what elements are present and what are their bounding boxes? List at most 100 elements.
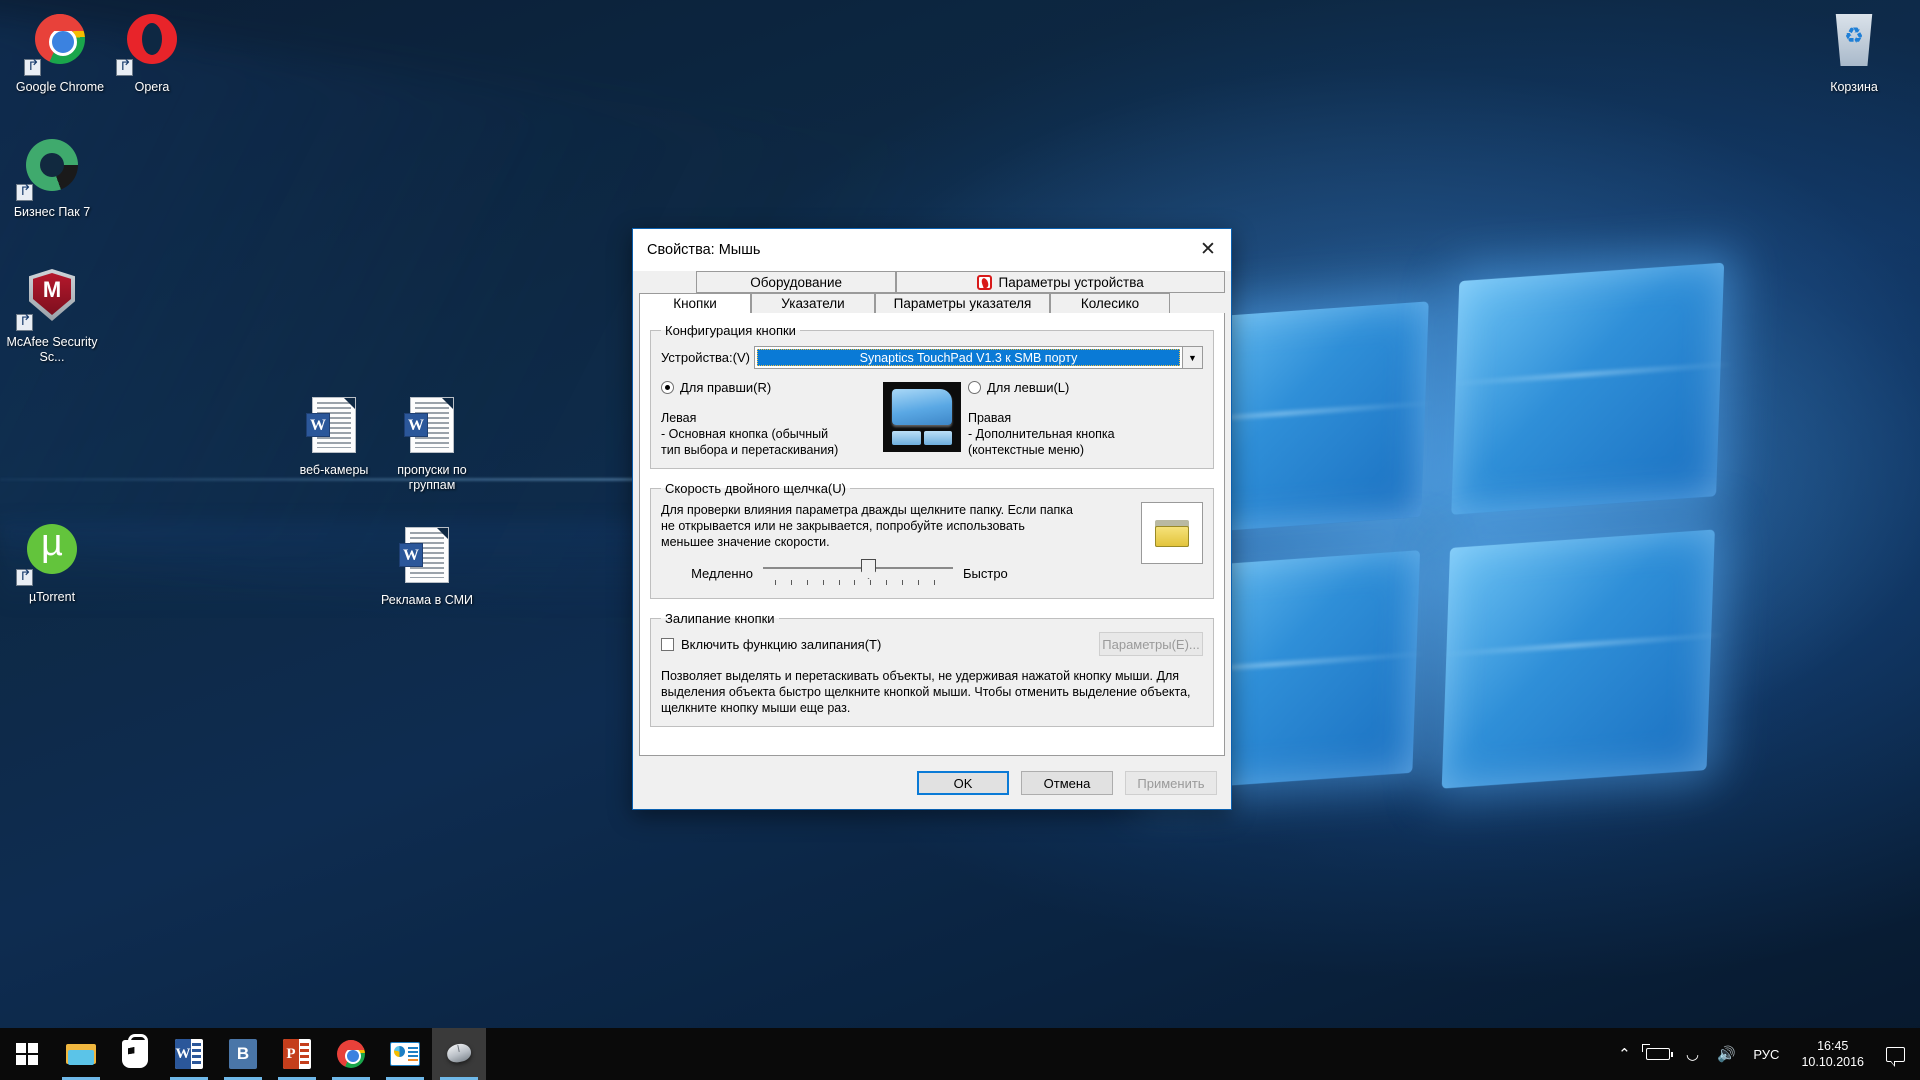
slider-thumb[interactable] [861, 559, 876, 579]
tab-device-settings[interactable]: Параметры устройства [896, 271, 1225, 293]
shortcut-overlay-icon [16, 314, 33, 331]
word-document-icon: W [282, 397, 386, 459]
dialog-title: Свойства: Мышь [647, 242, 761, 258]
desktop-icon-label: Opera [134, 80, 170, 94]
desktop[interactable]: Google Chrome Opera Бизнес Пак 7 McAfee … [0, 0, 1920, 1080]
desktop-icon-propuski-po-gruppam[interactable]: W пропуски по группам [380, 395, 484, 493]
system-tray[interactable]: ⌃ ◡ 🔊 РУС 16:45 10.10.2016 [1607, 1028, 1920, 1080]
desktop-icon-label: µTorrent [28, 590, 76, 604]
clock[interactable]: 16:45 10.10.2016 [1789, 1038, 1876, 1070]
dialog-titlebar[interactable]: Свойства: Мышь ✕ [633, 229, 1231, 271]
tab-row-lower[interactable]: Кнопки Указатели Параметры указателя Кол… [639, 293, 1225, 314]
close-icon[interactable]: ✕ [1185, 229, 1231, 269]
taskbar-item-contacts[interactable] [378, 1028, 432, 1080]
desktop-icon-reklama-v-smi[interactable]: W Реклама в СМИ [375, 525, 479, 608]
taskbar-item-file-explorer[interactable] [54, 1028, 108, 1080]
taskbar[interactable]: W B P ⌃ ◡ 🔊 РУС 16:45 10.10.2016 [0, 1028, 1920, 1080]
taskbar-item-powerpoint[interactable]: P [270, 1028, 324, 1080]
double-click-speed-slider[interactable] [763, 558, 953, 588]
opera-icon [100, 14, 204, 76]
double-click-description: Для проверки влияния параметра дважды ще… [661, 503, 1074, 549]
shortcut-overlay-icon [16, 569, 33, 586]
handedness-row[interactable]: Для правши(R) Левая - Основная кнопка (о… [661, 380, 1203, 458]
microsoft-store-icon [122, 1034, 148, 1068]
radio-left-handed[interactable]: Для левши(L) [968, 380, 1203, 395]
radio-right-handed-indicator[interactable] [661, 381, 674, 394]
desktop-icon-recycle-bin[interactable]: Корзина [1802, 10, 1906, 95]
show-hidden-icons-icon[interactable]: ⌃ [1607, 1028, 1641, 1080]
taskbar-item-mouse-properties[interactable] [432, 1028, 486, 1080]
biznes-pak-icon [0, 139, 104, 201]
file-explorer-icon [66, 1042, 96, 1066]
clock-date: 10.10.2016 [1801, 1055, 1864, 1069]
slider-slow-label: Медленно [691, 565, 753, 581]
left-button-description: - Основная кнопка (обычный тип выбора и … [661, 427, 839, 457]
mouse-properties-dialog[interactable]: Свойства: Мышь ✕ Оборудование Параметры … [632, 228, 1232, 810]
action-center-icon[interactable] [1876, 1028, 1914, 1080]
desktop-icon-veb-kamery[interactable]: W веб-камеры [282, 395, 386, 478]
contact-card-icon [390, 1042, 420, 1066]
tab-label: Оборудование [750, 274, 843, 290]
desktop-icon-label: веб-камеры [299, 463, 369, 477]
click-lock-checkbox[interactable] [661, 637, 674, 651]
taskbar-item-microsoft-store[interactable] [108, 1028, 162, 1080]
desktop-icon-biznes-pak-7[interactable]: Бизнес Пак 7 [0, 135, 104, 220]
mouse-icon [444, 1041, 474, 1065]
click-lock-label: Включить функцию залипания(T) [681, 636, 882, 652]
word-icon: W [175, 1039, 203, 1069]
tab-buttons[interactable]: Кнопки [639, 293, 751, 314]
taskbar-item-vk[interactable]: B [216, 1028, 270, 1080]
speaker-icon[interactable]: 🔊 [1709, 1028, 1743, 1080]
desktop-icon-mcafee-security[interactable]: McAfee Security Sc... [0, 265, 104, 365]
taskbar-item-word[interactable]: W [162, 1028, 216, 1080]
device-label: Устройства:(V) [661, 350, 750, 365]
word-document-icon: W [380, 397, 484, 459]
radio-left-handed-indicator[interactable] [968, 381, 981, 394]
start-button[interactable] [0, 1028, 54, 1080]
device-dropdown[interactable]: Synaptics TouchPad V1.3 к SMB порту ▼ [753, 346, 1203, 369]
mcafee-icon [0, 269, 104, 331]
group-legend: Скорость двойного щелчка(U) [665, 481, 846, 496]
taskbar-item-chrome[interactable] [324, 1028, 378, 1080]
ok-button[interactable]: OK [917, 771, 1009, 795]
tab-strip[interactable]: Оборудование Параметры устройства Кнопки… [639, 271, 1225, 314]
battery-charging-icon[interactable] [1641, 1028, 1675, 1080]
tab-pointer-options[interactable]: Параметры указателя [875, 293, 1050, 314]
tab-panel-buttons: Конфигурация кнопки Устройства:(V) Synap… [639, 313, 1225, 756]
tab-row-upper[interactable]: Оборудование Параметры устройства [639, 271, 1225, 293]
desktop-icon-label: Google Chrome [15, 80, 105, 94]
tab-hardware[interactable]: Оборудование [696, 271, 897, 293]
radio-left-handed-label: Для левши(L) [987, 380, 1070, 395]
language-indicator[interactable]: РУС [1743, 1028, 1789, 1080]
folder-test-icon[interactable] [1141, 502, 1203, 564]
cancel-button[interactable]: Отмена [1021, 771, 1113, 795]
desktop-icon-utorrent[interactable]: µTorrent [0, 520, 104, 605]
device-dropdown-value: Synaptics TouchPad V1.3 к SMB порту [756, 349, 1180, 366]
click-lock-row[interactable]: Включить функцию залипания(T) Параметры(… [661, 632, 1203, 656]
radio-right-handed[interactable]: Для правши(R) [661, 380, 876, 395]
chrome-icon [337, 1040, 365, 1068]
double-click-speed-group: Скорость двойного щелчка(U) Для проверки… [650, 481, 1214, 599]
radio-right-handed-label: Для правши(R) [680, 380, 772, 395]
button-configuration-group: Конфигурация кнопки Устройства:(V) Synap… [650, 323, 1214, 469]
desktop-icon-google-chrome[interactable]: Google Chrome [8, 10, 112, 95]
right-button-description: - Дополнительная кнопка (контекстные мен… [968, 427, 1115, 457]
device-select-row[interactable]: Устройства:(V) Synaptics TouchPad V1.3 к… [661, 346, 1203, 369]
clock-time: 16:45 [1817, 1039, 1849, 1053]
chevron-down-icon[interactable]: ▼ [1182, 347, 1202, 368]
desktop-icon-label: Корзина [1830, 80, 1878, 94]
group-legend: Залипание кнопки [665, 611, 775, 626]
powerpoint-icon: P [283, 1039, 311, 1069]
tab-label: Параметры указателя [893, 296, 1032, 311]
shortcut-overlay-icon [16, 184, 33, 201]
tab-wheel[interactable]: Колесико [1050, 293, 1170, 314]
tab-pointers[interactable]: Указатели [751, 293, 875, 314]
device-settings-icon [977, 274, 993, 290]
wifi-icon[interactable]: ◡ [1675, 1028, 1709, 1080]
desktop-icon-label: Бизнес Пак 7 [13, 205, 91, 219]
dialog-footer: OK Отмена Применить [633, 757, 1231, 809]
apply-button[interactable]: Применить [1125, 771, 1217, 795]
desktop-icon-opera[interactable]: Opera [100, 10, 204, 95]
click-lock-settings-button[interactable]: Параметры(E)... [1099, 632, 1203, 656]
tab-label: Колесико [1080, 296, 1140, 311]
